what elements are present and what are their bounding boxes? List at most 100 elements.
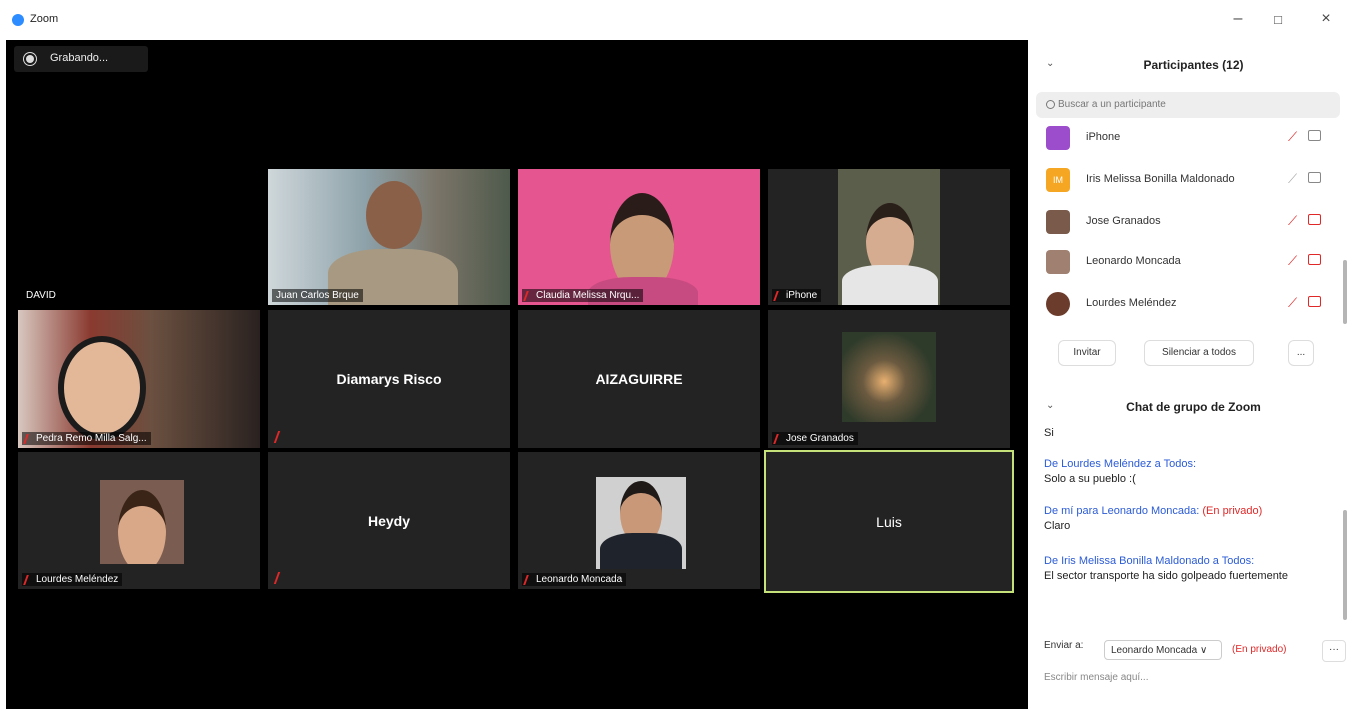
recording-label: Grabando... (50, 52, 109, 64)
title-bar: Zoom – □ × (0, 0, 1357, 40)
recording-indicator[interactable]: Grabando... (14, 46, 148, 72)
invite-button[interactable]: Invitar (1058, 340, 1116, 366)
video-tile-lourdes[interactable]: Lourdes Meléndez (18, 452, 260, 589)
participant-video (838, 169, 940, 305)
chat-message-text: Claro (1044, 520, 1071, 532)
chat-message: De mí para Leonardo Moncada: (En privado… (1044, 504, 1334, 534)
participants-scrollbar[interactable] (1343, 260, 1347, 324)
person-body (600, 533, 682, 569)
avatar: IM (1046, 168, 1070, 192)
camera-icon (1308, 130, 1321, 141)
tile-center-name: Luis (876, 513, 902, 530)
tile-name: Leonardo Moncada (522, 573, 627, 586)
search-icon (1046, 100, 1055, 109)
person-head (366, 181, 422, 249)
tile-name: Jose Granados (772, 432, 858, 445)
private-label: (En privado) (1202, 505, 1263, 517)
record-icon (26, 55, 34, 63)
video-tile-claudia[interactable]: Claudia Melissa Nrqu... (518, 169, 760, 305)
video-tile-leonardo[interactable]: Leonardo Moncada (518, 452, 760, 589)
muted-mic-icon (773, 434, 786, 444)
private-label: (En privado) (1232, 644, 1287, 655)
avatar (1046, 210, 1070, 234)
participant-row[interactable]: Jose Granados ⟋ (1030, 202, 1345, 242)
tile-center-name: Diamarys Risco (336, 371, 442, 387)
chat-message-text: El sector transporte ha sido golpeado fu… (1044, 570, 1288, 582)
video-off-icon (1308, 214, 1321, 225)
muted-mic-icon: ⟋ (1288, 295, 1298, 310)
muted-mic-icon (23, 434, 36, 444)
mute-all-button[interactable]: Silenciar a todos (1144, 340, 1254, 366)
participants-header: ⌄ Participantes (12) (1030, 50, 1357, 78)
participant-name: Jose Granados (1086, 215, 1161, 227)
video-tile-iphone[interactable]: iPhone (768, 169, 1010, 305)
chat-message: Si (1044, 426, 1334, 441)
tile-center-name: Heydy (367, 512, 411, 529)
tile-center-name: AIZAGUIRRE (595, 371, 683, 387)
chat-message: De Iris Melissa Bonilla Maldonado a Todo… (1044, 554, 1334, 584)
send-to-label: Enviar a: (1044, 640, 1084, 651)
muted-mic-icon (523, 575, 536, 585)
video-tile-luis-active-speaker[interactable]: Luis (764, 450, 1014, 593)
video-tile-diamarys[interactable]: Diamarys Risco (268, 310, 510, 448)
tile-name: Pedra Remo Milla Salg... (22, 432, 151, 445)
maximize-button[interactable]: □ (1268, 12, 1288, 27)
muted-mic-icon (273, 572, 289, 584)
close-button[interactable]: × (1316, 10, 1336, 28)
chat-message-input[interactable]: Escribir mensaje aquí... (1044, 672, 1149, 683)
more-options-button[interactable]: ... (1288, 340, 1314, 366)
video-tile-pedra[interactable]: Pedra Remo Milla Salg... (18, 310, 260, 448)
avatar (1046, 126, 1070, 150)
chat-message-text: Si (1044, 427, 1054, 439)
muted-mic-icon (523, 291, 536, 301)
tile-name: iPhone (772, 289, 822, 302)
participant-row[interactable]: Leonardo Moncada ⟋ (1030, 242, 1345, 282)
video-off-icon (1308, 296, 1321, 307)
zoom-logo-icon (12, 14, 24, 26)
chat-message-sender: De Lourdes Meléndez a Todos: (1044, 458, 1197, 470)
chat-message-text: Solo a su pueblo :( (1044, 473, 1136, 485)
recipient-select[interactable]: Leonardo Moncada ∨ (1104, 640, 1222, 660)
video-tile-aizaguirre[interactable]: AIZAGUIRRE (518, 310, 760, 448)
participant-video (100, 480, 184, 564)
muted-mic-icon: ⟋ (1288, 213, 1298, 228)
chat-more-button[interactable]: ··· (1322, 640, 1346, 662)
chat-header: ⌄ Chat de grupo de Zoom (1030, 392, 1357, 420)
sidebar: ⌄ Participantes (12) Buscar a un partici… (1030, 40, 1357, 709)
window-title: Zoom (30, 13, 59, 25)
video-tile-juan-carlos[interactable]: Juan Carlos Brque (268, 169, 510, 305)
tile-name: Claudia Melissa Nrqu... (522, 289, 644, 302)
muted-mic-icon: ⟋ (1288, 253, 1298, 268)
video-tile-david[interactable]: DAVID (18, 169, 260, 305)
muted-mic-icon: ⟋ (1288, 129, 1298, 144)
tile-name: DAVID (22, 289, 60, 302)
participant-row[interactable]: IM Iris Melissa Bonilla Maldonado ⟋ (1030, 160, 1345, 200)
participant-row[interactable]: Lourdes Meléndez ⟋ (1030, 284, 1345, 324)
video-off-icon (1308, 254, 1321, 265)
avatar (1046, 292, 1070, 316)
participant-video (842, 332, 936, 422)
chat-scrollbar[interactable] (1343, 510, 1347, 620)
mic-icon: ⟋ (1288, 171, 1298, 186)
participant-row[interactable]: iPhone ⟋ (1030, 118, 1345, 158)
video-tile-heydy[interactable]: Heydy (268, 452, 510, 589)
participant-video (596, 477, 686, 569)
participant-name: Lourdes Meléndez (1086, 297, 1177, 309)
camera-icon (1308, 172, 1321, 183)
search-placeholder: Buscar a un participante (1058, 99, 1166, 110)
muted-mic-icon (773, 291, 786, 301)
chat-message-sender: De mí para Leonardo Moncada: (1044, 505, 1200, 517)
chat-recipient-row: Enviar a: Leonardo Moncada ∨ (En privado… (1044, 640, 1346, 662)
participant-search-input[interactable]: Buscar a un participante (1036, 92, 1340, 118)
participant-name: iPhone (1086, 131, 1121, 143)
person-body (842, 265, 938, 305)
chat-message-sender: De Iris Melissa Bonilla Maldonado a Todo… (1044, 555, 1255, 567)
participant-name: Leonardo Moncada (1086, 255, 1181, 267)
person-head (118, 490, 166, 564)
tile-name: Lourdes Meléndez (22, 573, 123, 586)
chat-title: Chat de grupo de Zoom (1126, 400, 1261, 414)
video-tile-jose-granados[interactable]: Jose Granados (768, 310, 1010, 448)
person-head (58, 336, 146, 440)
muted-mic-icon (23, 575, 36, 585)
minimize-button[interactable]: – (1228, 10, 1248, 28)
